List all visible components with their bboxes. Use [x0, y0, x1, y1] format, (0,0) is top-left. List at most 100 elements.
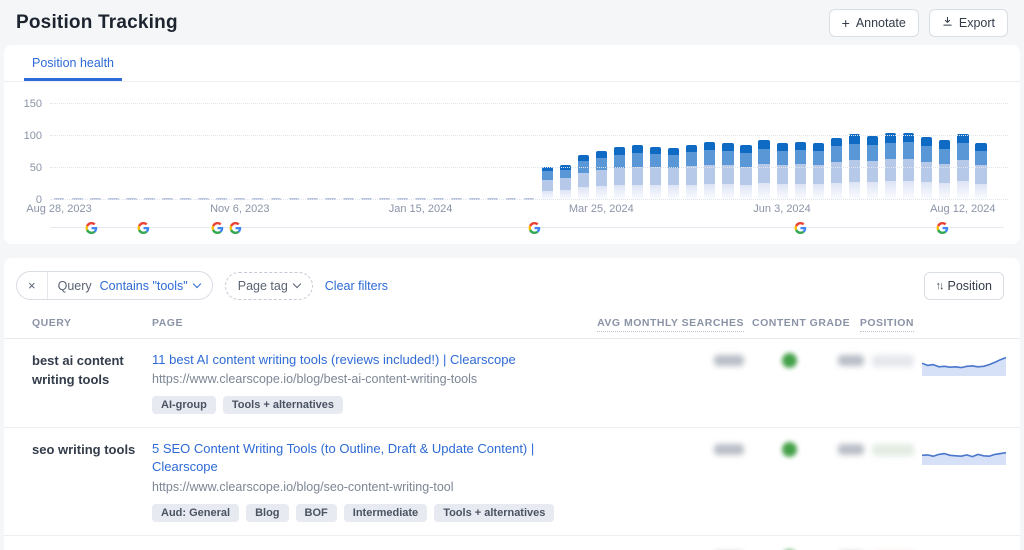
- remove-filter-icon[interactable]: ×: [17, 272, 48, 299]
- bar-segment-pale: [740, 185, 751, 200]
- bar-segment-mid: [596, 158, 607, 170]
- bar-segment-light: [632, 167, 643, 185]
- google-update-icon[interactable]: [794, 221, 807, 234]
- bar-segment-dark: [849, 134, 860, 143]
- bar-segment-dark: [632, 145, 643, 153]
- chart-bar[interactable]: [758, 140, 769, 200]
- page-cell: 5 SEO Content Writing Tools (to Outline,…: [152, 440, 594, 521]
- chart-bar[interactable]: [650, 147, 661, 200]
- bar-segment-pale: [596, 186, 607, 200]
- chart-week-slot: [990, 92, 1008, 200]
- avg-searches-redacted: [714, 444, 744, 455]
- table-row: seo monitoring tools5 SEO Monitoring Too…: [4, 536, 1020, 550]
- chart-week-slot: [267, 92, 285, 200]
- chart-bar[interactable]: [975, 143, 986, 200]
- tab-position-health[interactable]: Position health: [24, 45, 122, 81]
- google-update-icon[interactable]: [211, 221, 224, 234]
- table-row: best ai content writing tools11 best AI …: [4, 339, 1020, 428]
- google-update-icon[interactable]: [936, 221, 949, 234]
- bar-segment-light: [975, 165, 986, 184]
- chart-week-slot: [882, 92, 900, 200]
- chart-week-slot: [375, 92, 393, 200]
- y-tick-label: 150: [24, 98, 42, 110]
- bar-segment-pale: [885, 181, 896, 200]
- chart-week-slot: [936, 92, 954, 200]
- bar-segment-light: [867, 161, 878, 182]
- chart-bar[interactable]: [777, 143, 788, 200]
- download-icon: [942, 16, 953, 30]
- sort-position-button[interactable]: ↑↓ Position: [924, 272, 1004, 300]
- query-filter-value[interactable]: Contains "tools": [98, 273, 212, 299]
- chart-week-slot: [502, 92, 520, 200]
- chart-week-slot: [357, 92, 375, 200]
- chart-bar[interactable]: [722, 143, 733, 200]
- google-update-icon[interactable]: [137, 221, 150, 234]
- content-grade-dot: [782, 442, 797, 457]
- bar-segment-light: [849, 160, 860, 182]
- chart-week-slot: [303, 92, 321, 200]
- chart-week-slot: [158, 92, 176, 200]
- position-sparkline: [914, 440, 1000, 466]
- bar-segment-mid: [614, 155, 625, 168]
- bar-segment-mid: [831, 146, 842, 162]
- bar-segment-pale: [668, 185, 679, 200]
- query-cell: best ai content writing tools: [32, 351, 152, 390]
- chart-bar[interactable]: [921, 137, 932, 200]
- page-url: https://www.clearscope.io/blog/seo-conte…: [152, 480, 594, 494]
- chart-week-slot: [249, 92, 267, 200]
- annotate-button[interactable]: + Annotate: [829, 9, 919, 37]
- bar-segment-pale: [632, 185, 643, 200]
- clear-filters-link[interactable]: Clear filters: [325, 279, 388, 293]
- bar-segment-pale: [903, 181, 914, 200]
- chart-week-slot: [900, 92, 918, 200]
- chart-week-slot: [647, 92, 665, 200]
- chart-bar[interactable]: [686, 145, 697, 200]
- chart-week-slot: [592, 92, 610, 200]
- google-update-icon[interactable]: [85, 221, 98, 234]
- chart-bar[interactable]: [542, 167, 553, 200]
- chart-bar[interactable]: [704, 142, 715, 200]
- bar-segment-light: [903, 159, 914, 181]
- bar-segment-mid: [560, 170, 571, 179]
- google-update-icon[interactable]: [229, 221, 242, 234]
- bar-segment-light: [813, 165, 824, 184]
- chevron-down-icon: [293, 280, 301, 288]
- bar-segment-mid: [975, 151, 986, 165]
- x-tick-label: Jan 15, 2024: [389, 203, 453, 215]
- page-link[interactable]: 11 best AI content writing tools (review…: [152, 351, 594, 369]
- export-button[interactable]: Export: [929, 9, 1008, 37]
- google-update-icon[interactable]: [528, 221, 541, 234]
- filter-bar: × Query Contains "tools" Page tag Clear …: [4, 258, 1020, 311]
- chart-bar[interactable]: [614, 147, 625, 200]
- chart-bar[interactable]: [939, 140, 950, 200]
- chart-week-slot: [520, 92, 538, 200]
- avg-searches-redacted: [714, 355, 744, 366]
- chart-week-slot: [412, 92, 430, 200]
- page-cell: 11 best AI content writing tools (review…: [152, 351, 594, 414]
- chart-week-slot: [140, 92, 158, 200]
- chart-week-slot: [719, 92, 737, 200]
- page-tag-filter[interactable]: Page tag: [225, 272, 313, 300]
- col-position[interactable]: POSITION: [834, 317, 914, 329]
- chart-bar[interactable]: [740, 145, 751, 200]
- chart-bar[interactable]: [867, 136, 878, 200]
- chart-week-slot: [122, 92, 140, 200]
- chart-bar[interactable]: [560, 165, 571, 200]
- chart-bar[interactable]: [632, 145, 643, 200]
- page-link[interactable]: 5 SEO Content Writing Tools (to Outline,…: [152, 440, 594, 476]
- chart-bar[interactable]: [668, 148, 679, 200]
- chart-bar[interactable]: [795, 142, 806, 201]
- positions-table-card: × Query Contains "tools" Page tag Clear …: [4, 258, 1020, 550]
- chart-week-slot: [321, 92, 339, 200]
- col-avg-monthly-searches[interactable]: AVG MONTHLY SEARCHES: [594, 317, 744, 329]
- bar-segment-pale: [722, 184, 733, 200]
- chart-bar[interactable]: [596, 151, 607, 200]
- bar-segment-dark: [704, 142, 715, 150]
- chart-bar[interactable]: [831, 138, 842, 200]
- bar-segment-mid: [686, 152, 697, 166]
- chart-week-slot: [954, 92, 972, 200]
- chart-week-slot: [50, 92, 68, 200]
- chart-bar[interactable]: [813, 143, 824, 200]
- bar-segment-dark: [795, 142, 806, 150]
- chart-bar[interactable]: [578, 155, 589, 200]
